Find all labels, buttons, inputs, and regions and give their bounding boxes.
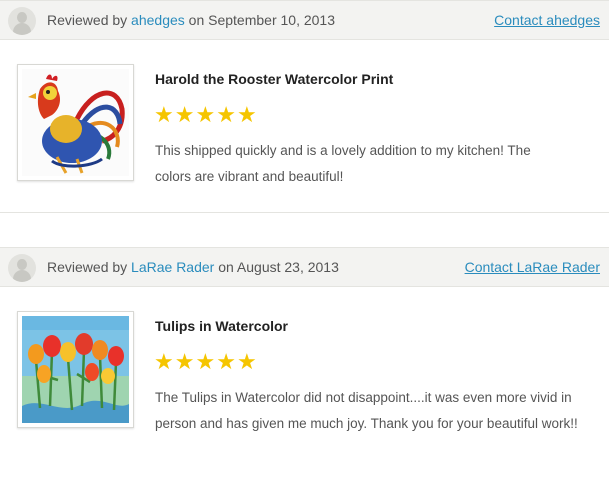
review-divider [0, 212, 609, 213]
star-icon: ★ [174, 349, 195, 374]
star-icon: ★ [236, 102, 257, 127]
star-icon: ★ [174, 102, 195, 127]
reviewed-by-label: Reviewed by [47, 12, 128, 28]
review-header: Reviewed by LaRae Rader on August 23, 20… [0, 247, 609, 287]
product-title[interactable]: Harold the Rooster Watercolor Print [155, 71, 393, 87]
review-header: Reviewed by ahedges on September 10, 201… [0, 0, 609, 40]
star-icon: ★ [154, 102, 174, 127]
product-thumbnail[interactable] [17, 311, 134, 428]
star-icon: ★ [216, 102, 236, 127]
rooster-painting [22, 69, 129, 176]
tulips-painting [22, 316, 129, 423]
star-icon: ★ [195, 102, 216, 127]
star-rating: ★★★★★ [154, 351, 258, 373]
reviewer-link[interactable]: LaRae Rader [131, 259, 214, 275]
review-text: This shipped quickly and is a lovely add… [155, 143, 531, 184]
star-icon: ★ [195, 349, 216, 374]
reviewed-by-line: Reviewed by LaRae Rader on August 23, 20… [47, 259, 339, 275]
contact-reviewer-link[interactable]: Contact ahedges [494, 12, 600, 28]
product-thumbnail[interactable] [17, 64, 134, 181]
review-date: on August 23, 2013 [218, 259, 339, 275]
star-rating: ★★★★★ [154, 104, 258, 126]
user-avatar-icon[interactable] [8, 7, 36, 35]
product-title[interactable]: Tulips in Watercolor [155, 318, 288, 334]
reviewer-link[interactable]: ahedges [131, 12, 185, 28]
review-date: on September 10, 2013 [188, 12, 335, 28]
reviewed-by-line: Reviewed by ahedges on September 10, 201… [47, 12, 335, 28]
reviewed-by-label: Reviewed by [47, 259, 128, 275]
star-icon: ★ [216, 349, 236, 374]
star-icon: ★ [236, 349, 257, 374]
star-icon: ★ [154, 349, 174, 374]
user-avatar-icon[interactable] [8, 254, 36, 282]
review-text: The Tulips in Watercolor did not disappo… [155, 390, 578, 431]
contact-reviewer-link[interactable]: Contact LaRae Rader [465, 259, 600, 275]
